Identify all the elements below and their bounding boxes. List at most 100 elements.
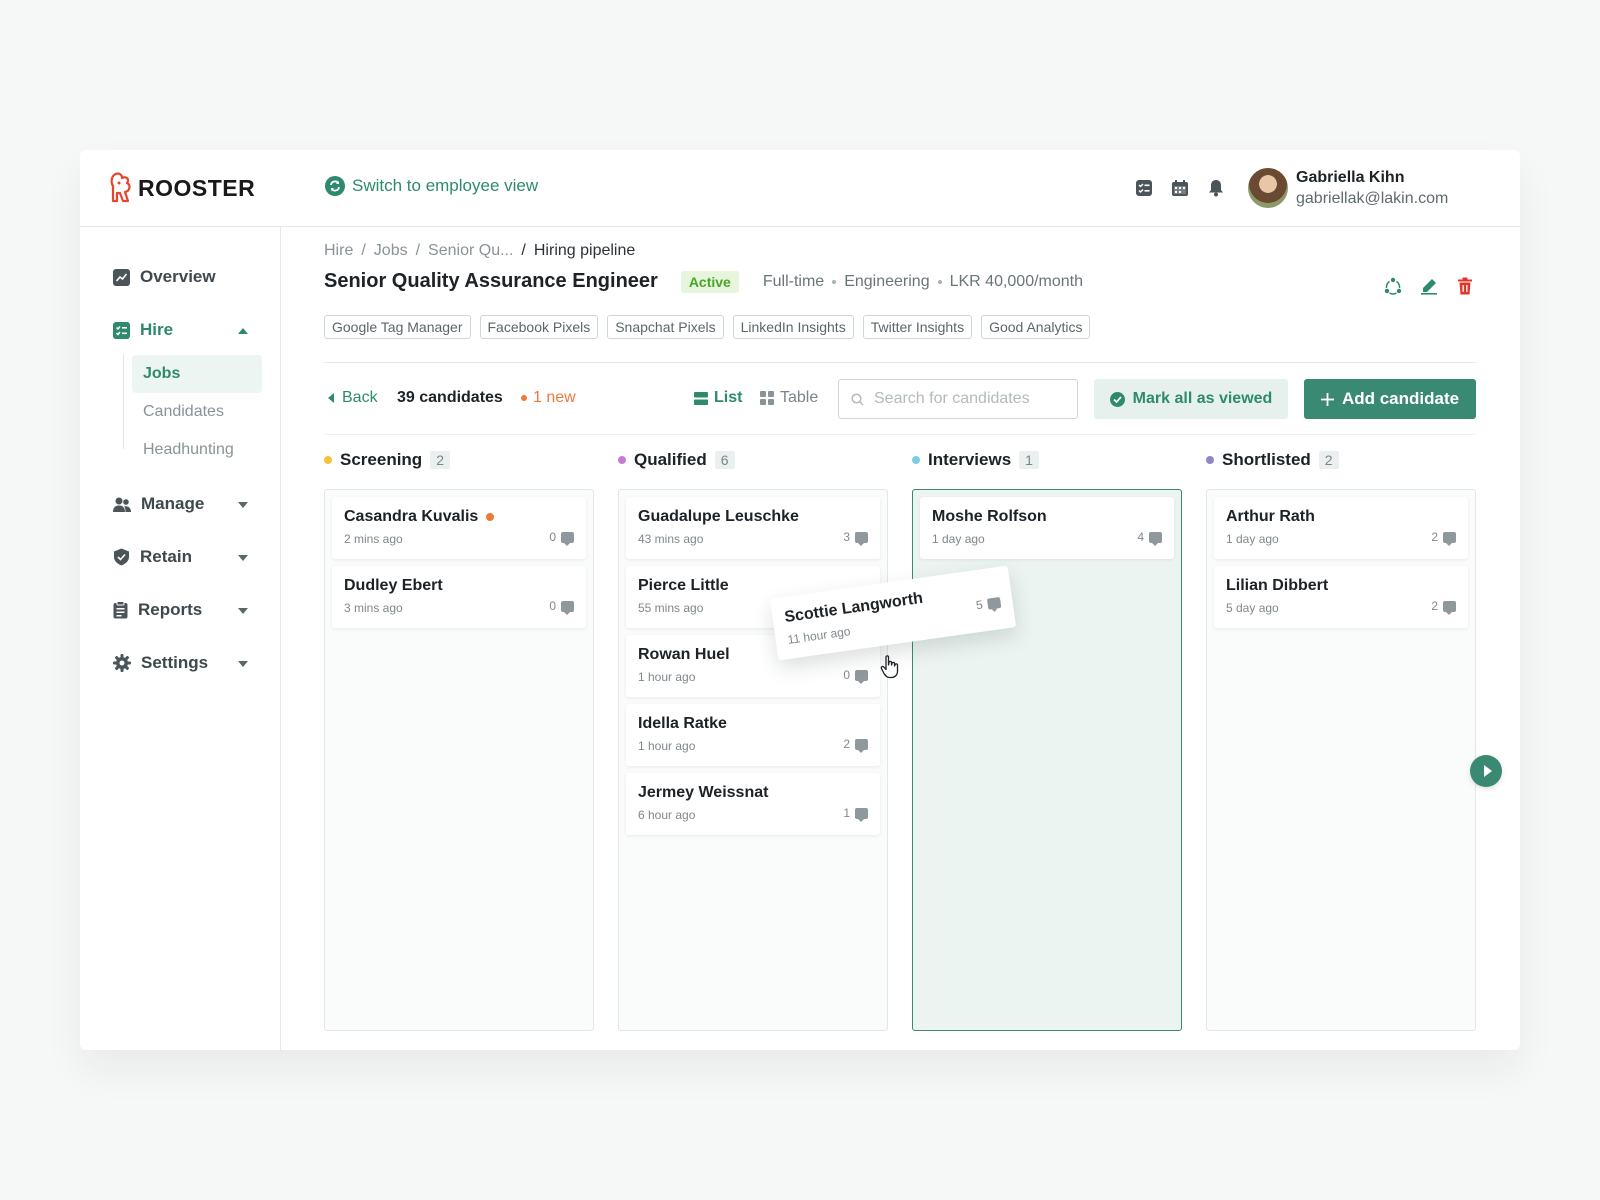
breadcrumb-hire[interactable]: Hire xyxy=(324,242,353,260)
meta-separator xyxy=(832,279,837,284)
comment-count[interactable]: 1 xyxy=(843,806,868,822)
switch-view-label: Switch to employee view xyxy=(352,176,539,195)
checklist-icon[interactable] xyxy=(1134,178,1154,198)
add-candidate-button[interactable]: Add candidate xyxy=(1304,379,1476,419)
candidate-time: 1 day ago xyxy=(932,532,985,546)
column-qualified[interactable]: Guadalupe Leuschke 43 mins ago 3 Pierce … xyxy=(618,489,888,1031)
comment-count[interactable]: 0 xyxy=(843,668,868,684)
comment-count-value: 0 xyxy=(843,668,850,682)
candidate-count: 39 candidates xyxy=(397,389,503,406)
view-list-toggle[interactable]: List xyxy=(694,389,742,407)
column-interviews[interactable]: Moshe Rolfson 1 day ago 4 xyxy=(912,489,1182,1031)
sidebar-item-retain[interactable]: Retain xyxy=(113,547,248,567)
comment-count[interactable]: 0 xyxy=(549,599,574,615)
column-count: 6 xyxy=(714,451,735,469)
sidebar-item-manage[interactable]: Manage xyxy=(113,494,248,514)
comment-count[interactable]: 5 xyxy=(975,595,1002,613)
candidate-card[interactable]: Guadalupe Leuschke 43 mins ago 3 xyxy=(626,497,880,559)
meta-separator xyxy=(937,279,942,284)
user-menu[interactable]: Gabriella Kihn gabriellak@lakin.com xyxy=(1248,167,1448,209)
check-circle-icon xyxy=(1109,391,1125,407)
column-shortlisted[interactable]: Arthur Rath 1 day ago 2 Lilian Dibbert 5… xyxy=(1206,489,1476,1031)
chevron-right-icon xyxy=(1483,765,1492,777)
app-window: ROOSTER Switch to employee view Gabriell… xyxy=(80,150,1520,1050)
candidate-card[interactable]: Moshe Rolfson 1 day ago 4 xyxy=(920,497,1174,559)
sidebar-subitem-jobs[interactable]: Jobs xyxy=(132,355,262,393)
candidate-card[interactable]: Lilian Dibbert 5 day ago 2 xyxy=(1214,566,1468,628)
candidate-time: 1 day ago xyxy=(1226,532,1279,546)
comment-count[interactable]: 2 xyxy=(1431,599,1456,615)
edit-icon[interactable] xyxy=(1419,276,1439,296)
candidate-name: Idella Ratke xyxy=(638,715,727,732)
comment-count[interactable]: 2 xyxy=(843,737,868,753)
app-name: ROOSTER xyxy=(138,174,256,201)
sidebar-subitem-headhunting[interactable]: Headhunting xyxy=(132,431,262,469)
top-icons xyxy=(1134,178,1226,198)
mark-all-viewed-label: Mark all as viewed xyxy=(1132,390,1273,407)
breadcrumb-jobs[interactable]: Jobs xyxy=(374,242,408,260)
sidebar-item-settings[interactable]: Settings xyxy=(113,653,248,673)
candidate-card[interactable]: Casandra Kuvalis 2 mins ago 0 xyxy=(332,497,586,559)
candidate-card[interactable]: Dudley Ebert 3 mins ago 0 xyxy=(332,566,586,628)
candidate-time: 11 hour ago xyxy=(786,624,852,647)
comment-count-value: 2 xyxy=(1431,530,1438,544)
mark-all-viewed-button[interactable]: Mark all as viewed xyxy=(1094,379,1288,419)
column-count: 2 xyxy=(1318,451,1339,469)
comment-count[interactable]: 0 xyxy=(549,530,574,546)
scroll-right-button[interactable] xyxy=(1470,755,1502,787)
candidate-card[interactable]: Jermey Weissnat 6 hour ago 1 xyxy=(626,773,880,835)
back-button[interactable]: Back xyxy=(328,389,378,407)
tag: Snapchat Pixels xyxy=(607,315,724,339)
comment-icon xyxy=(561,531,574,546)
sidebar: Overview Hire Jobs Candidates Headhuntin… xyxy=(80,227,281,1050)
column-title: Interviews xyxy=(928,450,1012,469)
candidate-card[interactable]: Arthur Rath 1 day ago 2 xyxy=(1214,497,1468,559)
calendar-icon[interactable] xyxy=(1170,178,1190,198)
view-table-toggle[interactable]: Table xyxy=(760,389,818,407)
comment-count-value: 3 xyxy=(843,530,850,544)
comment-count-value: 2 xyxy=(1431,599,1438,613)
stage-dot-icon xyxy=(324,456,332,464)
job-type: Full-time xyxy=(762,272,825,290)
column-title: Screening xyxy=(340,450,423,469)
share-icon[interactable] xyxy=(1383,276,1403,296)
user-email: gabriellak@lakin.com xyxy=(1296,190,1449,207)
search-box[interactable] xyxy=(838,379,1078,419)
column-header-qualified: Qualified 6 xyxy=(618,450,735,470)
delete-icon[interactable] xyxy=(1455,276,1475,296)
sidebar-item-label: Hire xyxy=(140,320,174,339)
comment-icon xyxy=(855,669,868,684)
column-count: 1 xyxy=(1019,451,1039,469)
divider xyxy=(324,362,1476,363)
hand-cursor-icon xyxy=(880,655,899,679)
breadcrumb-job[interactable]: Senior Qu... xyxy=(428,242,513,260)
new-count-label: 1 new xyxy=(533,389,576,406)
logo[interactable]: ROOSTER xyxy=(110,171,255,205)
chevron-up-icon xyxy=(238,328,248,334)
comment-count[interactable]: 2 xyxy=(1431,530,1456,546)
comment-count[interactable]: 4 xyxy=(1137,530,1162,546)
comment-icon xyxy=(1443,600,1456,615)
bell-icon[interactable] xyxy=(1206,178,1226,198)
sidebar-subitem-candidates[interactable]: Candidates xyxy=(132,393,262,431)
column-screening[interactable]: Casandra Kuvalis 2 mins ago 0 Dudley Ebe… xyxy=(324,489,594,1031)
sidebar-item-overview[interactable]: Overview xyxy=(113,267,248,287)
sub-nav-line xyxy=(123,354,124,449)
comment-icon xyxy=(855,738,868,753)
column-header-interviews: Interviews 1 xyxy=(912,450,1039,470)
sidebar-item-hire[interactable]: Hire xyxy=(113,320,248,340)
switch-employee-view-link[interactable]: Switch to employee view xyxy=(325,176,538,196)
avatar xyxy=(1248,168,1288,208)
candidate-name: Scottie Langworth xyxy=(783,589,924,627)
comment-count[interactable]: 3 xyxy=(843,530,868,546)
comment-icon xyxy=(986,596,1002,610)
candidate-name: Dudley Ebert xyxy=(344,577,443,594)
candidate-card[interactable]: Idella Ratke 1 hour ago 2 xyxy=(626,704,880,766)
new-dot-icon xyxy=(486,513,495,521)
view-table-label: Table xyxy=(780,389,819,406)
search-input[interactable] xyxy=(874,390,1064,408)
candidate-name: Jermey Weissnat xyxy=(638,784,769,801)
comment-count-value: 5 xyxy=(975,597,984,613)
candidate-time: 55 mins ago xyxy=(638,601,704,615)
sidebar-item-reports[interactable]: Reports xyxy=(113,600,248,620)
